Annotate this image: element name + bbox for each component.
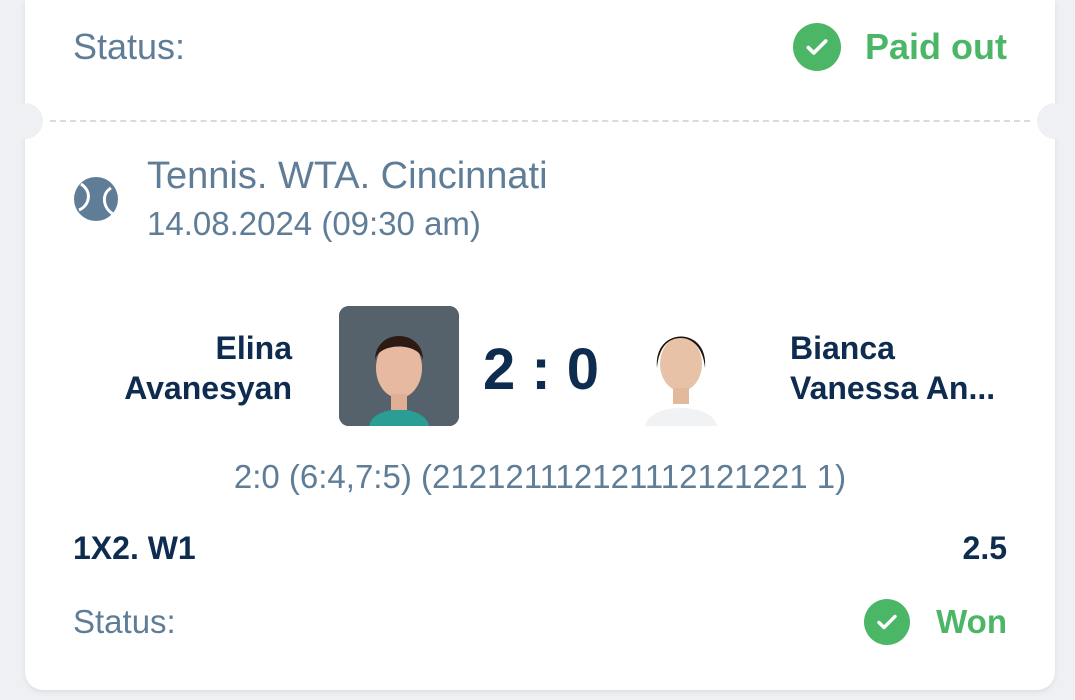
ticket-notch-right bbox=[1037, 103, 1073, 139]
bet-market: 1X2. W1 bbox=[73, 530, 196, 566]
bet-row: 1X2. W1 2.5 bbox=[73, 530, 1007, 567]
check-circle-icon bbox=[793, 23, 841, 71]
bet-status-row: Status: Won bbox=[73, 595, 1007, 649]
status-text: Paid out bbox=[865, 26, 1007, 67]
ticket-status-row: Status: Paid out bbox=[73, 22, 1007, 72]
ticket-notch-left bbox=[7, 103, 43, 139]
event-date: 14.08.2024 (09:30 am) bbox=[147, 205, 481, 242]
match-score: 2 : 0 bbox=[482, 337, 600, 402]
status-value: Paid out bbox=[793, 23, 1007, 71]
status-label: Status: bbox=[73, 603, 176, 640]
check-circle-icon bbox=[864, 599, 911, 645]
event-title: Tennis. WTA. Cincinnati bbox=[147, 155, 548, 197]
status-label: Status: bbox=[73, 26, 186, 67]
home-first-name: Elina bbox=[215, 330, 292, 366]
bet-ticket-card: Status: Paid out Tennis. WTA. Cincinnati… bbox=[7, 0, 1073, 690]
away-first-name: Bianca bbox=[790, 330, 895, 366]
home-last-name: Avanesyan bbox=[124, 370, 292, 406]
away-team-name: Bianca Vanessa An... bbox=[790, 328, 1030, 408]
bet-odds: 2.5 bbox=[962, 530, 1007, 566]
away-last-name: Vanessa An... bbox=[790, 370, 996, 406]
event-header[interactable]: Tennis. WTA. Cincinnati 14.08.2024 (09:3… bbox=[73, 150, 548, 246]
status-value: Won bbox=[864, 599, 1007, 645]
score-detail: 2:0 (6:4,7:5) (212121112121112121221 1) bbox=[233, 458, 847, 495]
status-text: Won bbox=[936, 603, 1007, 640]
dashed-divider bbox=[50, 120, 1030, 122]
away-player-avatar bbox=[621, 306, 741, 426]
home-team-name: Elina Avanesyan bbox=[124, 328, 292, 408]
tennis-ball-icon bbox=[73, 176, 119, 227]
home-player-avatar bbox=[339, 306, 459, 426]
